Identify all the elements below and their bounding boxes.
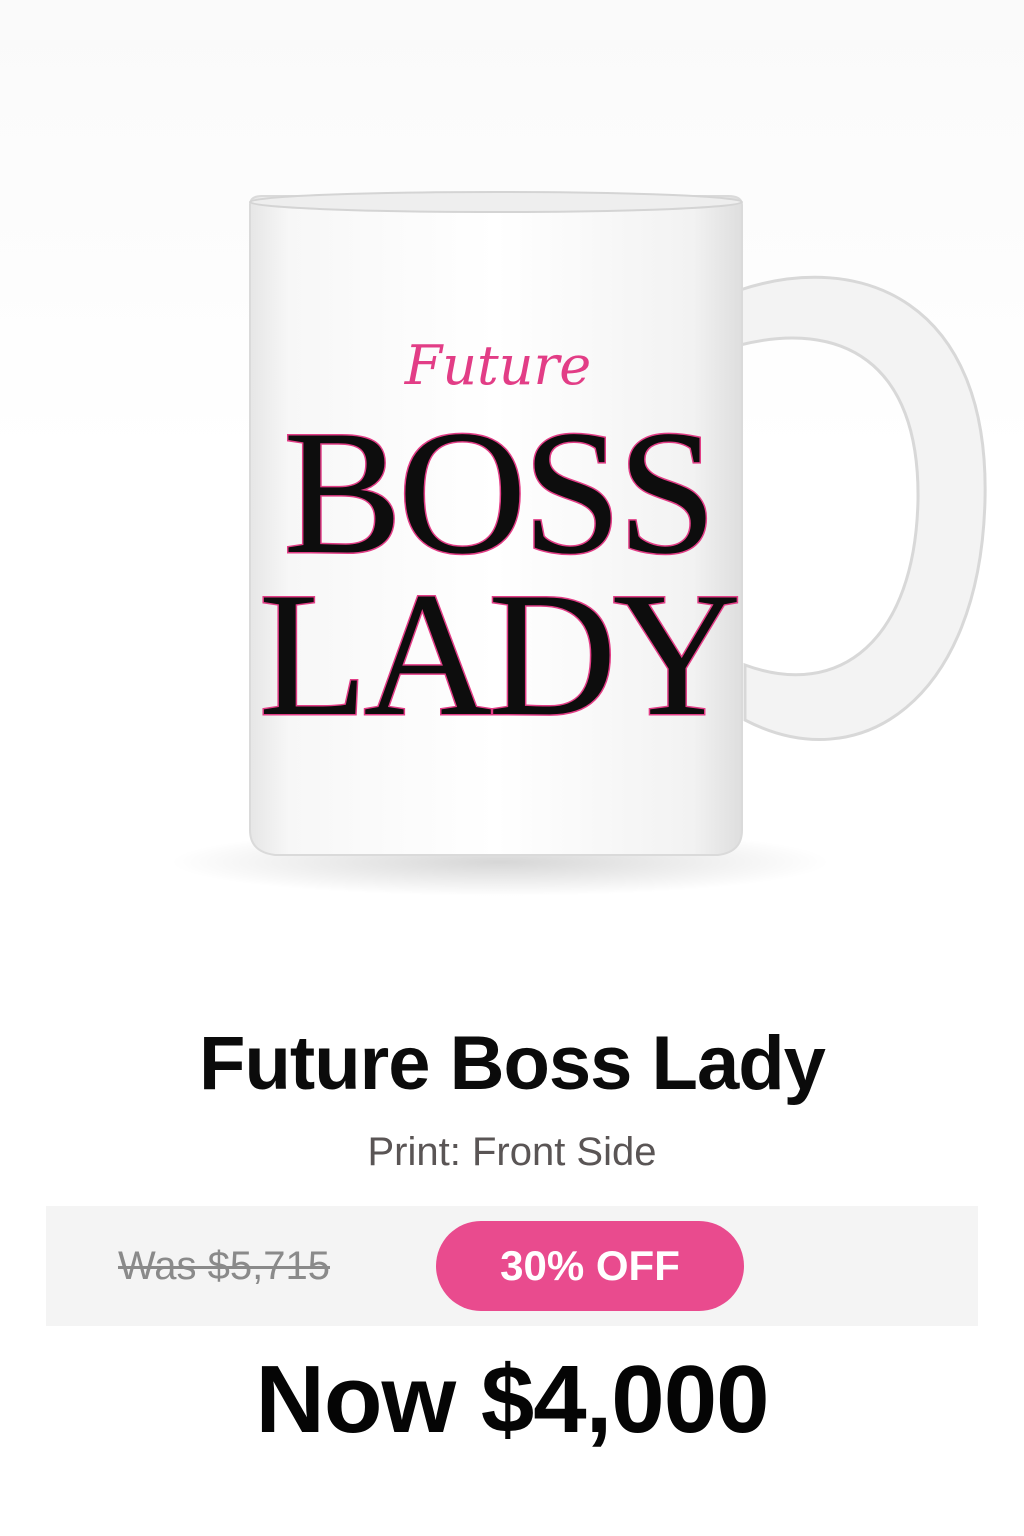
was-price: Was $5,715	[118, 1244, 330, 1288]
mug-image: Future BOSS LADY	[170, 191, 987, 896]
discount-badge: 30% OFF	[436, 1221, 744, 1311]
product-title: Future Boss Lady	[199, 1021, 826, 1106]
mug-print-lady: LADY	[259, 555, 738, 753]
mug-print: Future BOSS LADY	[257, 334, 743, 755]
mug-handle	[738, 275, 987, 741]
print-option: Print: Front Side	[367, 1130, 657, 1174]
product-image[interactable]: Future BOSS LADY	[0, 0, 1024, 960]
now-price: Now $4,000	[255, 1346, 770, 1453]
product-page: Future BOSS LADY Future Boss Lady Print:…	[0, 0, 1024, 1536]
mug-print-future: Future	[404, 334, 592, 397]
